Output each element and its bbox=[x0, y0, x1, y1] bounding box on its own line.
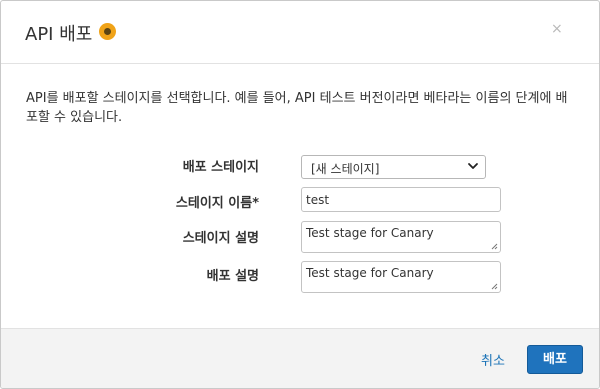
deploy-api-dialog: API 배포 × API를 배포할 스테이지를 선택합니다. 예를 들어, AP… bbox=[0, 0, 600, 389]
deploy-stage-selected: [새 스테이지] bbox=[311, 162, 380, 176]
dialog-footer: 취소 배포 bbox=[1, 328, 599, 388]
dialog-header: API 배포 × bbox=[1, 1, 599, 64]
deploy-stage-select[interactable]: [새 스테이지] bbox=[301, 155, 486, 179]
stage-name-value: test bbox=[306, 193, 330, 207]
info-icon[interactable] bbox=[99, 23, 116, 40]
stage-name-input[interactable]: test bbox=[301, 187, 501, 212]
resize-grip-icon[interactable] bbox=[491, 283, 498, 290]
stage-description-textarea[interactable]: Test stage for Canary bbox=[301, 221, 501, 253]
deploy-description-textarea[interactable]: Test stage for Canary bbox=[301, 261, 501, 293]
deploy-stage-label: 배포 스테이지 bbox=[182, 160, 259, 175]
stage-description-label: 스테이지 설명 bbox=[182, 231, 259, 246]
chevron-down-icon bbox=[468, 163, 478, 169]
stage-name-label: 스테이지 이름* bbox=[175, 196, 259, 211]
stage-description-value: Test stage for Canary bbox=[306, 226, 434, 240]
cancel-button[interactable]: 취소 bbox=[481, 350, 505, 369]
close-icon[interactable]: × bbox=[551, 22, 563, 36]
deploy-description-label: 배포 설명 bbox=[206, 269, 259, 284]
dialog-description: API를 배포할 스테이지를 선택합니다. 예를 들어, API 테스트 버전이… bbox=[26, 91, 568, 125]
dialog-title: API 배포 bbox=[25, 24, 93, 45]
deploy-button[interactable]: 배포 bbox=[527, 345, 583, 374]
resize-grip-icon[interactable] bbox=[491, 243, 498, 250]
deploy-description-value: Test stage for Canary bbox=[306, 266, 434, 280]
